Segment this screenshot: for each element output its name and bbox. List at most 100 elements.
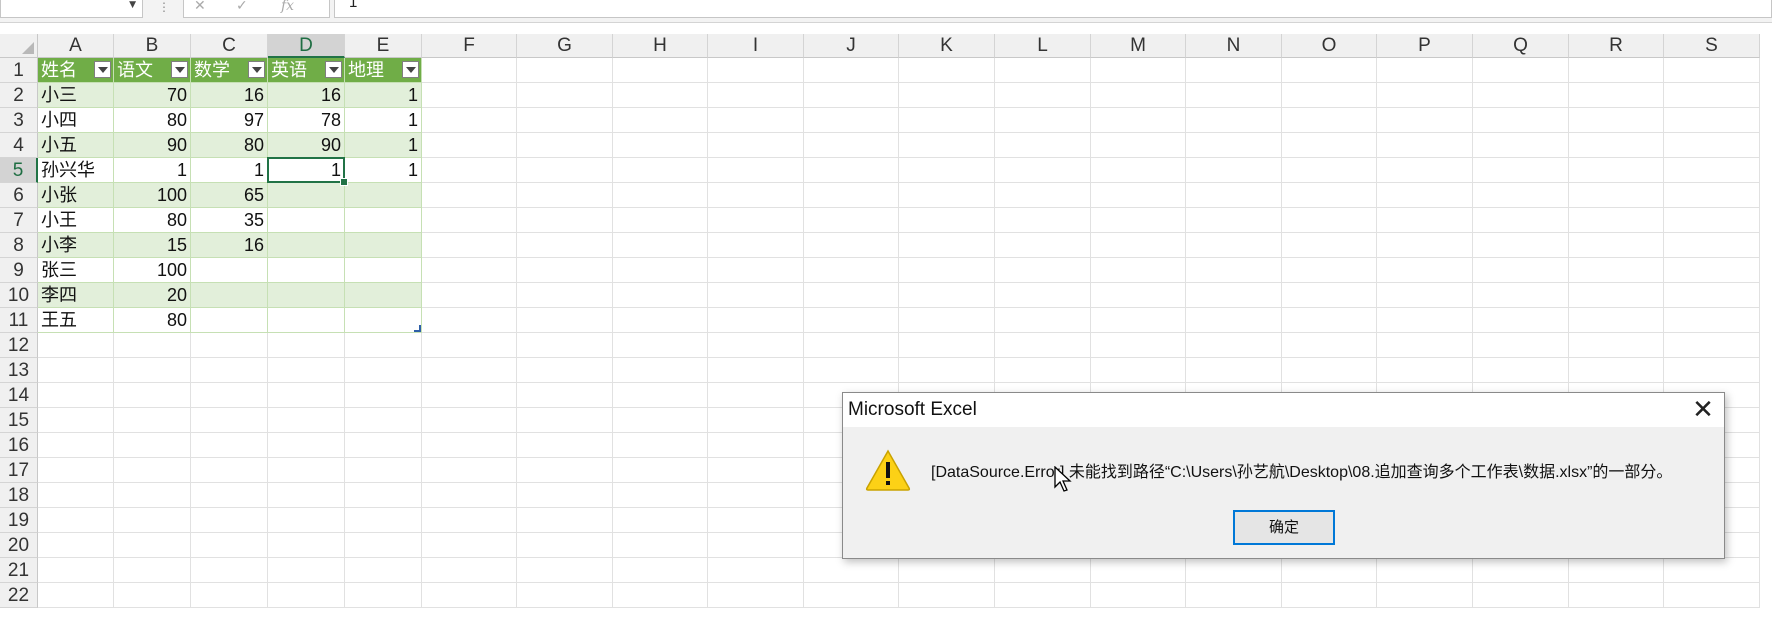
filter-dropdown-icon[interactable] xyxy=(94,61,111,78)
cell-B15[interactable] xyxy=(114,408,191,433)
cell-G16[interactable] xyxy=(517,433,613,458)
cell-L8[interactable] xyxy=(995,233,1091,258)
cell-I14[interactable] xyxy=(708,383,804,408)
cell-A9[interactable]: 张三 xyxy=(38,258,114,283)
cell-H10[interactable] xyxy=(613,283,708,308)
cell-A1[interactable]: 姓名 xyxy=(38,58,114,83)
cell-D18[interactable] xyxy=(268,483,345,508)
cell-I20[interactable] xyxy=(708,533,804,558)
cell-G3[interactable] xyxy=(517,108,613,133)
cell-D7[interactable] xyxy=(268,208,345,233)
cell-J3[interactable] xyxy=(804,108,899,133)
cell-H5[interactable] xyxy=(613,158,708,183)
cell-D12[interactable] xyxy=(268,333,345,358)
cell-K5[interactable] xyxy=(899,158,995,183)
cell-G6[interactable] xyxy=(517,183,613,208)
cell-K1[interactable] xyxy=(899,58,995,83)
cell-F19[interactable] xyxy=(422,508,517,533)
cell-G19[interactable] xyxy=(517,508,613,533)
cell-O7[interactable] xyxy=(1282,208,1377,233)
cell-L4[interactable] xyxy=(995,133,1091,158)
cell-C3[interactable]: 97 xyxy=(191,108,268,133)
cell-G10[interactable] xyxy=(517,283,613,308)
column-header-F[interactable]: F xyxy=(422,34,517,58)
cell-B12[interactable] xyxy=(114,333,191,358)
cell-O1[interactable] xyxy=(1282,58,1377,83)
cell-G14[interactable] xyxy=(517,383,613,408)
cell-D4[interactable]: 90 xyxy=(268,133,345,158)
cell-R2[interactable] xyxy=(1569,83,1664,108)
cell-L12[interactable] xyxy=(995,333,1091,358)
cell-M6[interactable] xyxy=(1091,183,1186,208)
cell-G18[interactable] xyxy=(517,483,613,508)
cell-I6[interactable] xyxy=(708,183,804,208)
cell-M13[interactable] xyxy=(1091,358,1186,383)
cell-C18[interactable] xyxy=(191,483,268,508)
cell-N12[interactable] xyxy=(1186,333,1282,358)
formula-input[interactable]: 1 xyxy=(334,0,1772,18)
cell-A21[interactable] xyxy=(38,558,114,583)
cell-I19[interactable] xyxy=(708,508,804,533)
cell-K10[interactable] xyxy=(899,283,995,308)
cell-S22[interactable] xyxy=(1664,583,1760,608)
cell-F4[interactable] xyxy=(422,133,517,158)
cell-C21[interactable] xyxy=(191,558,268,583)
row-header-7[interactable]: 7 xyxy=(0,208,38,233)
cell-F17[interactable] xyxy=(422,458,517,483)
cell-L10[interactable] xyxy=(995,283,1091,308)
cell-M9[interactable] xyxy=(1091,258,1186,283)
cell-H20[interactable] xyxy=(613,533,708,558)
cell-B7[interactable]: 80 xyxy=(114,208,191,233)
cell-F18[interactable] xyxy=(422,483,517,508)
column-header-B[interactable]: B xyxy=(114,34,191,58)
cell-G11[interactable] xyxy=(517,308,613,333)
cell-G1[interactable] xyxy=(517,58,613,83)
cell-G20[interactable] xyxy=(517,533,613,558)
cell-D20[interactable] xyxy=(268,533,345,558)
cell-C16[interactable] xyxy=(191,433,268,458)
cell-D21[interactable] xyxy=(268,558,345,583)
cell-P21[interactable] xyxy=(1377,558,1473,583)
column-header-E[interactable]: E xyxy=(345,34,422,58)
cell-B5[interactable]: 1 xyxy=(114,158,191,183)
cell-L7[interactable] xyxy=(995,208,1091,233)
cell-R6[interactable] xyxy=(1569,183,1664,208)
cell-C10[interactable] xyxy=(191,283,268,308)
cell-D22[interactable] xyxy=(268,583,345,608)
cell-E18[interactable] xyxy=(345,483,422,508)
cell-I16[interactable] xyxy=(708,433,804,458)
cell-O9[interactable] xyxy=(1282,258,1377,283)
row-header-9[interactable]: 9 xyxy=(0,258,38,283)
column-header-D[interactable]: D xyxy=(268,34,345,58)
row-header-20[interactable]: 20 xyxy=(0,533,38,558)
cell-H21[interactable] xyxy=(613,558,708,583)
cell-G2[interactable] xyxy=(517,83,613,108)
cell-F3[interactable] xyxy=(422,108,517,133)
cell-D8[interactable] xyxy=(268,233,345,258)
cell-G5[interactable] xyxy=(517,158,613,183)
cell-R8[interactable] xyxy=(1569,233,1664,258)
cell-B18[interactable] xyxy=(114,483,191,508)
cell-I17[interactable] xyxy=(708,458,804,483)
cell-F9[interactable] xyxy=(422,258,517,283)
cell-E20[interactable] xyxy=(345,533,422,558)
cell-B2[interactable]: 70 xyxy=(114,83,191,108)
cell-E4[interactable]: 1 xyxy=(345,133,422,158)
cell-M12[interactable] xyxy=(1091,333,1186,358)
cell-Q10[interactable] xyxy=(1473,283,1569,308)
cell-R11[interactable] xyxy=(1569,308,1664,333)
row-header-22[interactable]: 22 xyxy=(0,583,38,608)
cell-F20[interactable] xyxy=(422,533,517,558)
cell-S3[interactable] xyxy=(1664,108,1760,133)
cell-L1[interactable] xyxy=(995,58,1091,83)
cell-K7[interactable] xyxy=(899,208,995,233)
cell-E21[interactable] xyxy=(345,558,422,583)
cell-M3[interactable] xyxy=(1091,108,1186,133)
cell-D2[interactable]: 16 xyxy=(268,83,345,108)
name-box[interactable]: ▼ xyxy=(0,0,143,18)
cell-G21[interactable] xyxy=(517,558,613,583)
cell-F22[interactable] xyxy=(422,583,517,608)
cell-F5[interactable] xyxy=(422,158,517,183)
cell-S4[interactable] xyxy=(1664,133,1760,158)
cell-R3[interactable] xyxy=(1569,108,1664,133)
